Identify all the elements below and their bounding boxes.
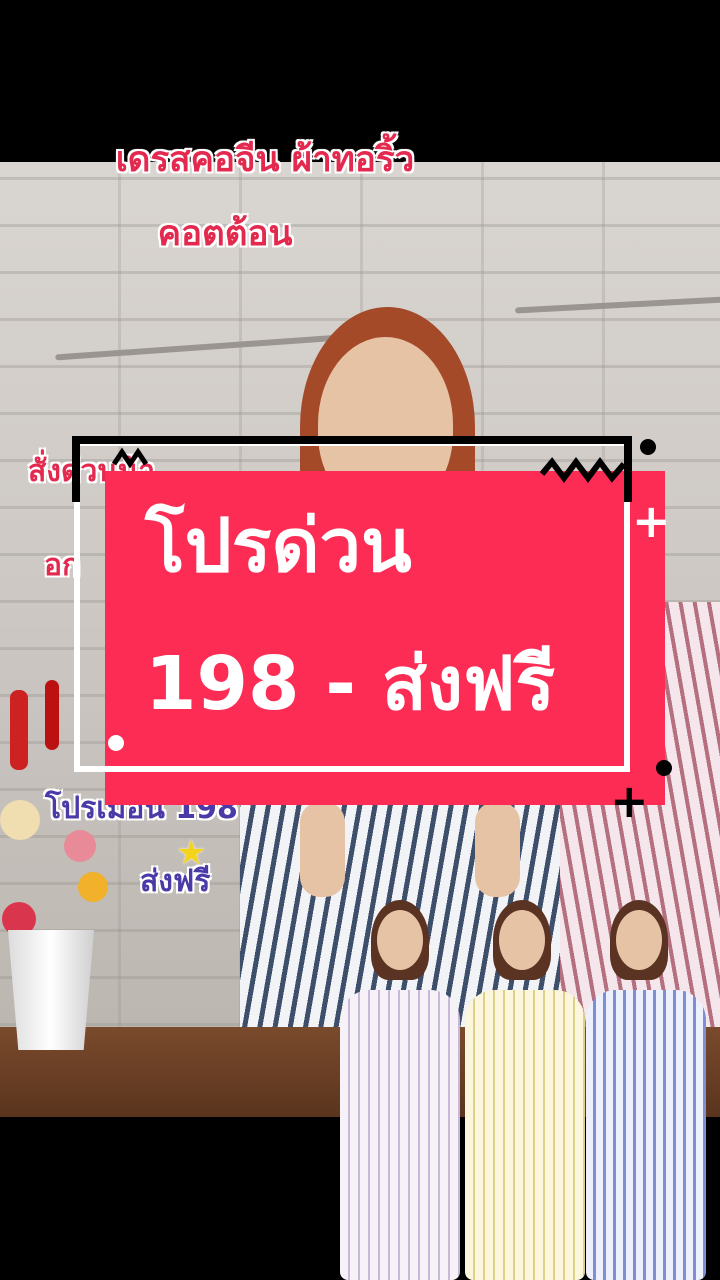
dot-icon	[108, 735, 124, 751]
video-title-line1: เดรสคอจีน ผ้าทอริ้ว	[115, 140, 415, 180]
model-face	[499, 910, 545, 970]
dot-icon	[640, 439, 656, 455]
model-hand	[300, 802, 345, 897]
plus-icon: +	[632, 494, 671, 548]
zigzag-icon	[540, 457, 627, 483]
product-collage	[338, 895, 720, 1280]
model-face	[616, 910, 662, 970]
dot-icon	[656, 760, 672, 776]
banner-frame-top	[72, 436, 632, 444]
model-face	[377, 910, 423, 970]
flower	[0, 800, 40, 840]
banner-frame-corner	[72, 436, 80, 502]
flower	[64, 830, 96, 862]
red-flower	[45, 680, 59, 750]
promo-caption-free: ส่งฟรี	[140, 864, 211, 899]
banner-frame	[74, 440, 630, 772]
vase	[8, 930, 94, 1050]
flower	[78, 872, 108, 902]
model-hand	[475, 802, 520, 897]
yellow-striped-dress	[465, 990, 585, 1280]
blue-striped-dress	[586, 990, 706, 1280]
video-title-line2: คอตต้อน	[157, 214, 293, 254]
plus-icon: +	[610, 774, 649, 828]
zigzag-icon	[112, 447, 149, 468]
video-frame: เดรสคอจีน ผ้าทอริ้ว คอตต้อน สั่งด่วนน้า …	[0, 0, 720, 1280]
lavender-striped-dress	[340, 990, 460, 1280]
red-flower	[10, 690, 28, 770]
